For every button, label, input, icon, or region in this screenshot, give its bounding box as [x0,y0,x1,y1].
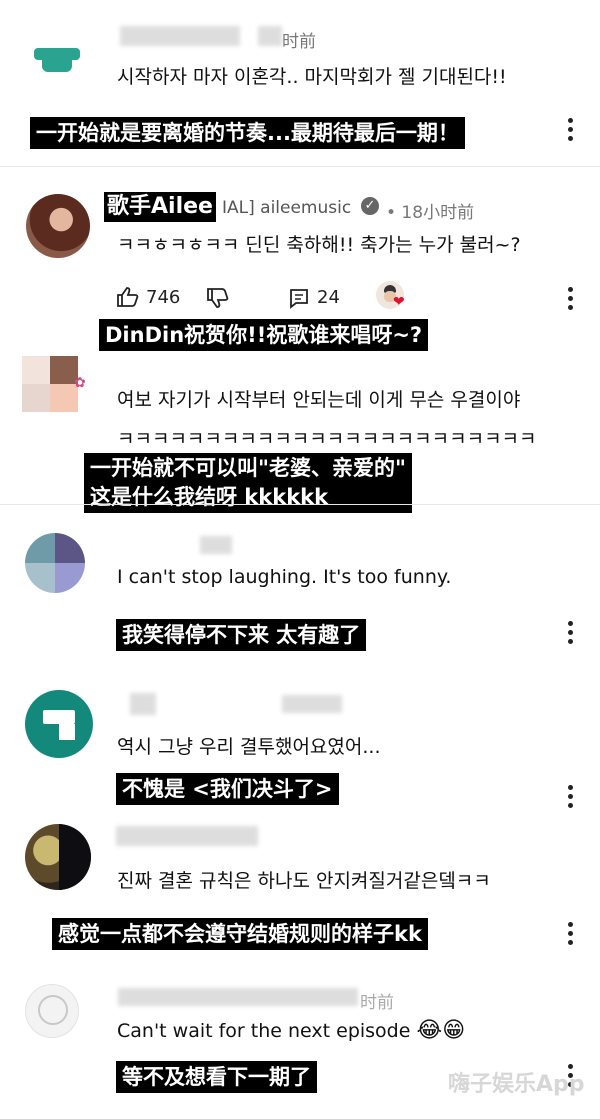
comment-icon [290,289,308,309]
avatar[interactable] [22,356,78,412]
comment-time: • 18小时前 [386,203,475,223]
translation-caption: 一开始就是要离婚的节奏...最期待最后一期！ [30,117,465,149]
avatar[interactable] [25,984,79,1038]
comment-time: 时前 [282,32,316,52]
caption-line-2: 这是什么我结呀 kkkkkk [90,485,329,509]
comment-text-laugh: ㅋㅋㅋㅋㅋㅋㅋㅋㅋㅋㅋㅋㅋㅋㅋㅋㅋㅋㅋㅋㅋㅋㅋㅋ [117,428,537,450]
more-options-icon[interactable] [568,621,574,648]
more-options-icon[interactable] [568,922,574,949]
thumbs-up-icon [117,287,139,307]
avatar[interactable] [25,690,93,758]
reply-count: 24 [317,287,340,308]
comment-time: 时前 [360,993,394,1013]
more-options-icon[interactable] [568,118,574,145]
blurred-username [118,988,358,1006]
comment-text: I can't stop laughing. It's too funny. [117,566,452,588]
avatar[interactable] [26,194,90,258]
blurred-username [116,826,258,846]
flower-icon: ✿ [74,375,86,391]
comment-text: 여보 자기가 시작부터 안되는데 이게 무슨 우결이야 [117,389,521,411]
divider [0,504,600,505]
translation-caption: 感觉一点都不会遵守结婚规则的样子kk [52,918,428,950]
more-options-icon[interactable] [568,287,574,314]
overlay-name-label: 歌手Ailee [104,192,216,222]
translation-caption: 我笑得停不下来 太有趣了 [116,619,367,651]
dislike-button[interactable] [206,287,230,313]
like-button[interactable] [116,286,140,312]
translation-caption: 不愧是 <我们决斗了> [116,773,339,805]
channel-name[interactable]: IAL] aileemusic [222,198,351,218]
comment-text: 진짜 결혼 규칙은 하나도 안지켜질거같은뎈ㅋㅋ [117,870,491,892]
blurred-username [120,26,240,46]
comment-text: ㅋㅋㅎㅋㅎㅋㅋ 딘딘 축하해!! 축가는 누가 불러~? [117,234,521,256]
comment-text: 시작하자 마자 이혼각.. 마지막회가 젤 기대된다!! [117,66,507,88]
translation-caption: DinDin祝贺你!!祝歌谁来唱呀~? [99,319,429,351]
emoji-laugh-icon: 😂😁 [416,1018,466,1043]
comment-text-content: Can't wait for the next episode [117,1020,411,1042]
divider [0,166,600,167]
caption-line-1: 一开始就不可以叫"老婆、亲爱的" [90,456,406,480]
watermark: 嗨子娱乐App [448,1072,585,1097]
blurred-time [282,695,342,713]
like-count: 746 [146,287,181,308]
more-options-icon[interactable] [568,785,574,812]
translation-caption: 等不及想看下一期了 [116,1061,317,1093]
blurred-username [130,693,156,715]
blurred-time [258,26,282,46]
comment-text: Can't wait for the next episode 😂😁 [117,1018,465,1043]
avatar[interactable] [25,533,85,593]
avatar[interactable] [34,40,80,74]
comment-text: 역시 그냥 우리 결투했어요였어... [117,736,381,758]
avatar[interactable] [25,824,91,890]
heart-icon: ❤ [393,294,405,310]
verified-check-icon: ✓ [361,197,379,215]
reply-button[interactable] [288,287,310,313]
blurred-username [200,536,232,554]
thumbs-down-icon [207,288,229,308]
